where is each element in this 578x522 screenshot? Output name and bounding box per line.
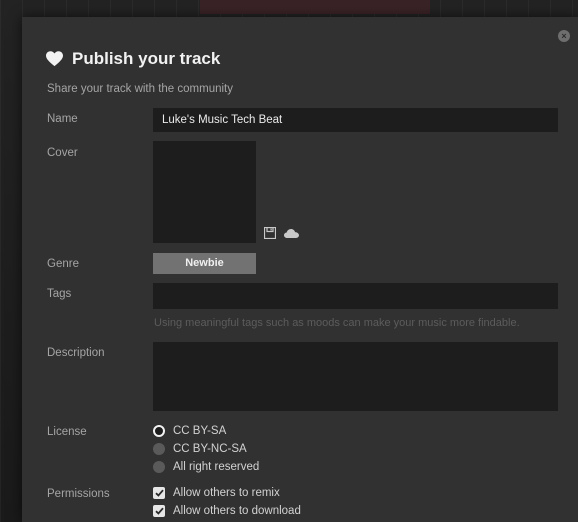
license-option-label: All right reserved	[173, 461, 260, 473]
save-icon[interactable]	[264, 227, 276, 239]
tags-hint: Using meaningful tags such as moods can …	[154, 317, 520, 329]
dialog-title: Publish your track	[72, 49, 221, 68]
radio-selected-icon[interactable]	[153, 425, 165, 437]
heart-icon	[46, 51, 63, 67]
license-option-label: CC BY-NC-SA	[173, 443, 247, 455]
genre-select-button[interactable]: Newbie	[153, 253, 256, 274]
permission-label: Allow others to download	[173, 505, 301, 517]
name-label: Name	[47, 113, 78, 125]
name-input[interactable]	[153, 108, 558, 132]
publish-track-dialog: × Publish your track Share your track wi…	[22, 17, 578, 522]
genre-label: Genre	[47, 258, 79, 270]
radio-unselected-icon[interactable]	[153, 443, 165, 455]
license-option-cc-by-nc-sa[interactable]: CC BY-NC-SA	[153, 443, 247, 455]
license-option-cc-by-sa[interactable]: CC BY-SA	[153, 425, 226, 437]
cover-label: Cover	[47, 147, 78, 159]
permissions-label: Permissions	[47, 488, 110, 500]
checkbox-checked-icon[interactable]	[153, 505, 165, 517]
checkbox-checked-icon[interactable]	[153, 487, 165, 499]
tags-label: Tags	[47, 288, 72, 300]
permission-label: Allow others to remix	[173, 487, 280, 499]
background-track-strip	[200, 0, 430, 14]
close-icon[interactable]: ×	[561, 31, 566, 41]
permission-allow-remix[interactable]: Allow others to remix	[153, 487, 280, 499]
dialog-subtitle: Share your track with the community	[47, 83, 233, 95]
dialog-header: Publish your track	[46, 49, 220, 69]
tags-input[interactable]	[153, 283, 558, 309]
cover-image-dropzone[interactable]	[153, 141, 256, 243]
close-button[interactable]: ×	[558, 30, 570, 42]
cloud-icon[interactable]	[284, 229, 299, 238]
permission-allow-download[interactable]: Allow others to download	[153, 505, 301, 517]
license-option-label: CC BY-SA	[173, 425, 227, 437]
description-label: Description	[47, 347, 105, 359]
license-option-all-rights-reserved[interactable]: All right reserved	[153, 461, 259, 473]
description-input[interactable]	[153, 342, 558, 411]
radio-unselected-icon[interactable]	[153, 461, 165, 473]
license-label: License	[47, 426, 87, 438]
